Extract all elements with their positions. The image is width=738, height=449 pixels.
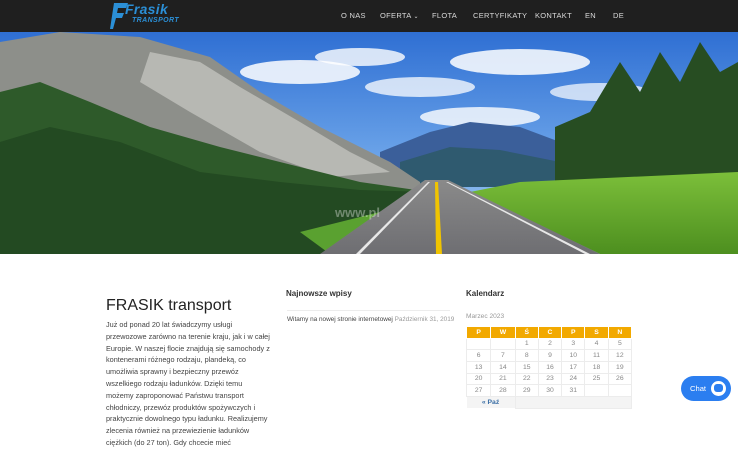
- latest-posts-title: Najnowsze wpisy: [286, 289, 352, 298]
- calendar-day: 11: [584, 349, 609, 362]
- chat-label: Chat: [690, 384, 707, 393]
- nav-item-kontakt[interactable]: KONTAKT: [535, 0, 572, 32]
- calendar-day: [607, 384, 633, 397]
- weekday-fri: P: [561, 326, 586, 339]
- calendar-day: 12: [607, 349, 633, 362]
- calendar-day: [584, 384, 609, 397]
- calendar-prev-month-link[interactable]: « Paź: [466, 396, 516, 409]
- calendar-day: 26: [607, 372, 633, 386]
- logo-subtext: TRANSPORT: [132, 17, 180, 24]
- nav-item-oferta[interactable]: OFERTA ⌄: [380, 0, 419, 32]
- language-en[interactable]: EN: [585, 0, 596, 32]
- calendar-day: 13: [465, 360, 492, 374]
- calendar-week-row: 27 28 29 30 31: [465, 384, 633, 397]
- chevron-down-icon: ⌄: [413, 14, 419, 20]
- weekday-tue: W: [490, 326, 516, 339]
- calendar-nav-row: « Paź: [466, 395, 633, 409]
- calendar-caption: Marzec 2023: [466, 313, 505, 320]
- chat-widget-button[interactable]: Chat: [681, 376, 731, 401]
- nav-item-oferta-label: OFERTA: [380, 11, 412, 20]
- weekday-thu: C: [537, 326, 563, 339]
- calendar-day: 21: [490, 372, 516, 386]
- calendar-day: [465, 337, 492, 351]
- weekday-wed: Ś: [514, 326, 539, 339]
- divider: [287, 310, 450, 311]
- calendar-day: 10: [561, 349, 586, 362]
- calendar-day: 16: [537, 360, 563, 374]
- calendar-day: 23: [537, 372, 563, 386]
- calendar-day: 25: [584, 372, 609, 386]
- calendar-day: [490, 337, 516, 351]
- calendar-day: 18: [584, 360, 609, 374]
- calendar-day: 29: [514, 384, 539, 397]
- calendar-day: 28: [490, 384, 516, 397]
- hero-banner-image: www.pl: [0, 32, 738, 254]
- mountain-road-landscape: www.pl: [0, 32, 738, 254]
- calendar-week-row: 20 21 22 23 24 25 26: [465, 372, 633, 386]
- calendar-day: 8: [514, 349, 539, 362]
- chat-bubble-icon: [711, 381, 726, 396]
- calendar-day: 9: [537, 349, 563, 362]
- weekday-sun: N: [607, 326, 633, 339]
- calendar-day: 19: [607, 360, 633, 374]
- post-link[interactable]: Witamy na nowej stronie internetowej: [287, 316, 393, 323]
- nav-item-certyfikaty[interactable]: CERTYFIKATY: [473, 0, 527, 32]
- calendar-day: 22: [514, 372, 539, 386]
- calendar-day: 31: [561, 384, 586, 397]
- post-item: Witamy na nowej stronie internetowej Paź…: [287, 316, 455, 323]
- weekday-mon: P: [465, 326, 492, 339]
- calendar-day: 15: [514, 360, 539, 374]
- weekday-sat: S: [584, 326, 609, 339]
- about-text: Już od ponad 20 lat świadczymy usługi pr…: [106, 320, 270, 447]
- calendar-day: 3: [561, 337, 586, 351]
- calendar-day: 20: [465, 372, 492, 386]
- calendar-table: P W Ś C P S N 1 2 3 4 5 6 7 8 9 10 11 12…: [465, 326, 633, 409]
- calendar-weekday-row: P W Ś C P S N: [465, 326, 633, 339]
- calendar-title: Kalendarz: [466, 289, 505, 298]
- post-date: Październik 31, 2019: [394, 316, 455, 323]
- calendar-day: 6: [465, 349, 492, 362]
- calendar-week-row: 1 2 3 4 5: [465, 337, 633, 351]
- calendar-day: 7: [490, 349, 516, 362]
- about-title: FRASIK transport: [106, 297, 232, 314]
- hero-watermark: www.pl: [334, 205, 380, 220]
- calendar-day: 24: [561, 372, 586, 386]
- calendar-day: 14: [490, 360, 516, 374]
- nav-item-flota[interactable]: FLOTA: [432, 0, 457, 32]
- calendar-week-row: 6 7 8 9 10 11 12: [465, 349, 633, 362]
- site-logo[interactable]: Frasik TRANSPORT: [110, 1, 179, 31]
- calendar-day: 1: [514, 337, 539, 351]
- calendar-day: 27: [465, 384, 492, 397]
- calendar-day: 2: [537, 337, 563, 351]
- top-navigation-bar: Frasik TRANSPORT O NAS OFERTA ⌄ FLOTA CER…: [0, 0, 738, 32]
- logo-text: Frasik: [125, 1, 169, 17]
- calendar-day: 30: [537, 384, 563, 397]
- calendar-nav-spacer: [514, 395, 633, 409]
- calendar-week-row: 13 14 15 16 17 18 19: [465, 360, 633, 374]
- calendar-day: 4: [584, 337, 609, 351]
- language-de[interactable]: DE: [613, 0, 624, 32]
- calendar-day: 17: [561, 360, 586, 374]
- calendar-day: 5: [607, 337, 633, 351]
- nav-item-o-nas[interactable]: O NAS: [341, 0, 366, 32]
